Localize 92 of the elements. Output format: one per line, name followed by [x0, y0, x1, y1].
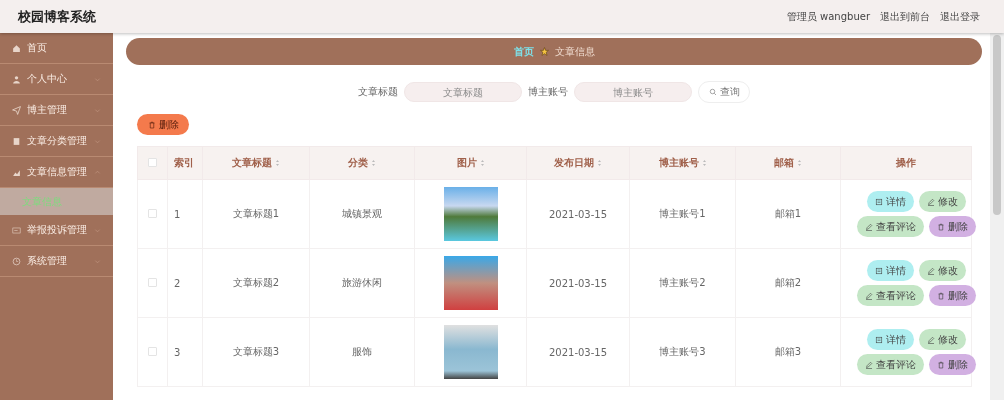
select-all-checkbox[interactable] [148, 157, 157, 167]
search-field[interactable]: 文章标题 [404, 82, 522, 102]
clock-icon [12, 256, 21, 266]
comments-button[interactable]: 查看评论 [856, 216, 924, 237]
chevron-icon [94, 257, 101, 265]
field-label: 博主账号 [528, 85, 568, 99]
user-name: 管理员 wangbuer [786, 9, 870, 24]
edit-button[interactable]: 修改 [918, 329, 966, 350]
delete-button[interactable]: 删除 [928, 216, 976, 237]
row-checkbox[interactable] [148, 277, 157, 287]
table-cell: 博主账号3 [629, 317, 736, 387]
paper-plane-icon [12, 105, 21, 115]
table-cell: 文章标题3 [202, 317, 310, 387]
app-title: 校园博客系统 [18, 7, 96, 26]
details-button[interactable]: 详情 [866, 191, 914, 212]
photo-placeholder [443, 325, 498, 379]
comments-button[interactable]: 查看评论 [856, 285, 924, 306]
edit-button[interactable]: 修改 [918, 260, 966, 281]
table-cell: 1 [167, 179, 203, 249]
pen-icon [864, 291, 873, 300]
photo-placeholder [443, 187, 498, 241]
photo-placeholder [443, 256, 498, 310]
pen-icon [864, 360, 873, 369]
table-cell: 邮箱1 [735, 179, 841, 249]
trash-icon [936, 291, 945, 300]
header-link[interactable]: 退出登录 [940, 9, 980, 24]
column-header[interactable]: 发布日期 [526, 146, 630, 180]
sort-icon [275, 159, 280, 167]
sort-icon [371, 159, 376, 167]
row-checkbox[interactable] [148, 208, 157, 218]
sort-icon [479, 159, 485, 167]
details-button[interactable]: 详情 [866, 329, 914, 350]
table-cell: 博主账号2 [629, 248, 736, 318]
delete-button[interactable]: 删除 [928, 354, 976, 375]
pen-icon [864, 222, 873, 231]
sort-icon [597, 159, 602, 167]
scrollbar-thumb[interactable] [993, 35, 1001, 215]
document-icon [12, 136, 21, 146]
chevron-icon [94, 106, 101, 114]
column-header[interactable]: 博主账号 [629, 146, 736, 180]
home-icon [12, 43, 21, 53]
table-cell: 2021-03-15 [526, 179, 630, 249]
document-icon [874, 197, 883, 206]
column-header[interactable]: 图片 [414, 146, 527, 180]
table-cell: 文章标题2 [202, 248, 310, 318]
table-cell: 2021-03-15 [526, 317, 630, 387]
chevron-icon [94, 75, 101, 83]
table-cell: 2 [167, 248, 203, 318]
table-cell: 服饰 [309, 317, 415, 387]
delete-button[interactable]: 删除 [928, 285, 976, 306]
column-header[interactable]: 邮箱 [735, 146, 841, 180]
table-cell: 2021-03-15 [526, 248, 630, 318]
column-header: 索引 [167, 146, 203, 180]
breadcrumb-link[interactable]: 首页 [513, 44, 534, 59]
column-header[interactable]: 文章标题 [202, 146, 310, 180]
scrollbar[interactable] [990, 33, 1004, 400]
trash-icon [936, 222, 945, 231]
search-field[interactable]: 博主账号 [574, 82, 692, 102]
chevron-icon [94, 226, 101, 234]
table-cell: 邮箱3 [735, 317, 841, 387]
trash-icon [936, 360, 945, 369]
edit-button[interactable]: 修改 [918, 191, 966, 212]
document-icon [874, 335, 883, 344]
star-icon [539, 47, 549, 56]
table-cell: 博主账号1 [629, 179, 736, 249]
search-icon [708, 88, 717, 96]
table-cell: 城镇景观 [309, 179, 415, 249]
user-icon [12, 74, 21, 84]
delete-button[interactable]: 删除 [137, 114, 189, 135]
table-cell: 邮箱2 [735, 248, 841, 318]
sort-icon [797, 159, 802, 167]
pen-icon [926, 335, 935, 344]
table-cell: 旅游休闲 [309, 248, 415, 318]
comments-button[interactable]: 查看评论 [856, 354, 924, 375]
trash-icon [147, 120, 156, 129]
pen-icon [926, 197, 935, 206]
chevron-icon [94, 137, 101, 145]
search-button[interactable]: 查询 [698, 81, 750, 103]
row-checkbox[interactable] [148, 346, 157, 356]
table-cell: 3 [167, 317, 203, 387]
chevron-icon [94, 168, 101, 176]
column-header: 操作 [840, 146, 972, 180]
header-link[interactable]: 退出到前台 [880, 9, 930, 24]
document-icon [874, 266, 883, 275]
column-header[interactable]: 分类 [309, 146, 415, 180]
breadcrumb-current: 文章信息 [554, 44, 595, 59]
sort-icon [701, 159, 707, 167]
card-icon [12, 225, 21, 235]
field-label: 文章标题 [358, 85, 398, 99]
details-button[interactable]: 详情 [866, 260, 914, 281]
pen-icon [926, 266, 935, 275]
table-cell: 文章标题1 [202, 179, 310, 249]
